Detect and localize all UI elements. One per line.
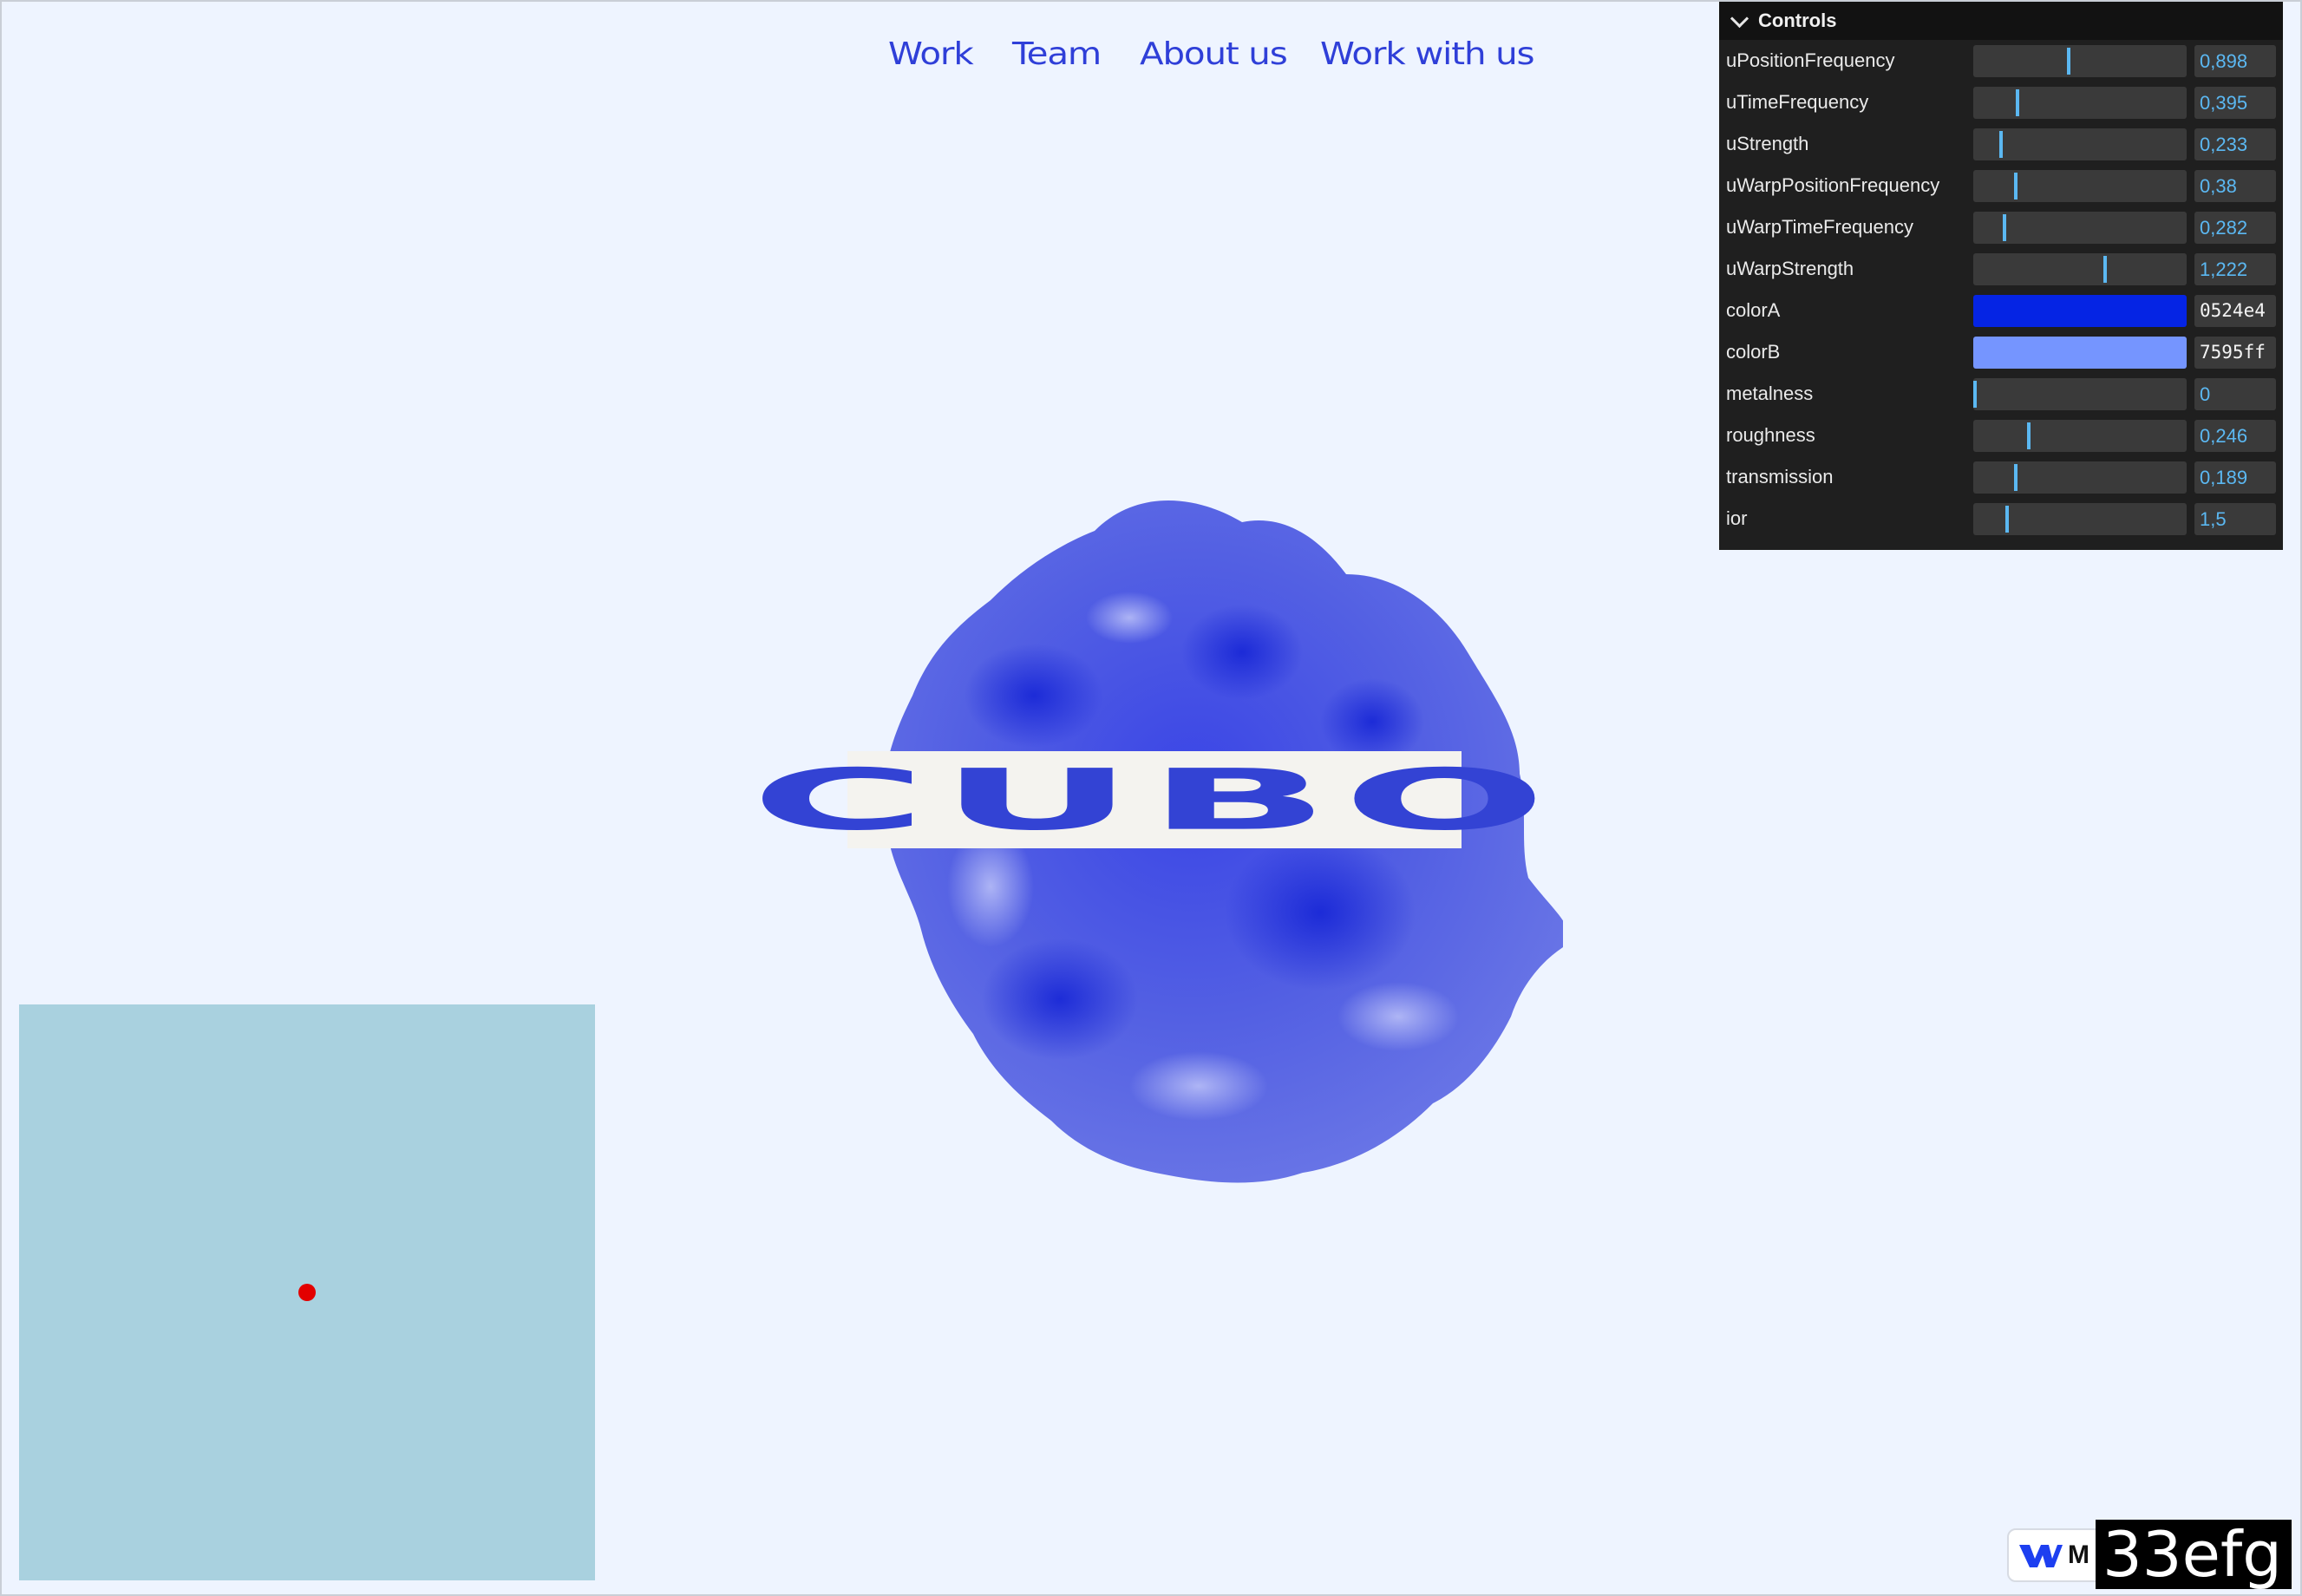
slider-track[interactable] (1973, 170, 2187, 202)
slider-track[interactable] (1973, 87, 2187, 119)
nav-link-work-with-us[interactable]: Work with us (1320, 36, 1535, 72)
slider-thumb[interactable] (2026, 422, 2031, 449)
slider-track[interactable] (1973, 378, 2187, 410)
controls-rows: uPositionFrequency 0,898 uTimeFrequency 0,3… (1719, 40, 2283, 540)
controls-header[interactable]: Controls (1719, 2, 2283, 40)
slider-thumb[interactable] (2067, 48, 2071, 75)
debug-preview-square (19, 1004, 595, 1580)
control-label: colorA (1726, 299, 1781, 321)
slider-thumb[interactable] (2013, 173, 2018, 200)
slider-track[interactable] (1973, 253, 2187, 285)
value-input[interactable]: 1,5 (2194, 503, 2276, 535)
color-hex-input[interactable]: 0524e4 (2194, 295, 2276, 327)
control-row-u-strength: uStrength 0,233 (1719, 123, 2283, 165)
control-label: colorB (1726, 341, 1781, 363)
control-label: uWarpPositionFrequency (1726, 174, 1940, 196)
slider-thumb[interactable] (2103, 256, 2108, 283)
control-row-transmission: transmission 0,189 (1719, 456, 2283, 498)
control-label: ior (1726, 507, 1748, 529)
slider-thumb[interactable] (2004, 506, 2009, 533)
logo-text: CUBO (749, 750, 1560, 849)
control-label: uTimeFrequency (1726, 91, 1869, 113)
value-input[interactable]: 0,38 (2194, 170, 2276, 202)
color-swatch[interactable] (1973, 295, 2187, 327)
control-label: uPositionFrequency (1726, 49, 1895, 71)
control-row-u-warp-strength: uWarpStrength 1,222 (1719, 248, 2283, 290)
control-label: metalness (1726, 383, 1814, 404)
slider-track[interactable] (1973, 420, 2187, 452)
slider-track[interactable] (1973, 212, 2187, 244)
control-row-ior: ior 1,5 (1719, 498, 2283, 540)
value-input[interactable]: 1,222 (2194, 253, 2276, 285)
control-row-roughness: roughness 0,246 (1719, 415, 2283, 456)
page: Work Team About us Work with us CUBO Con… (0, 0, 2302, 1596)
stats-overlay: 33efg (2096, 1520, 2292, 1589)
control-row-metalness: metalness 0 (1719, 373, 2283, 415)
slider-thumb[interactable] (2016, 89, 2020, 116)
color-swatch[interactable] (1973, 337, 2187, 369)
control-row-color-a: colorA 0524e4 (1719, 290, 2283, 331)
webflow-logo-icon (2019, 1545, 2063, 1567)
controls-panel: Controls uPositionFrequency 0,898 uTimeFre… (1719, 2, 2283, 550)
value-input[interactable]: 0 (2194, 378, 2276, 410)
slider-track[interactable] (1973, 45, 2187, 77)
nav-link-about-us[interactable]: About us (1140, 36, 1288, 72)
cubo-logo: CUBO (750, 751, 1547, 848)
top-nav: Work Team About us Work with us (888, 36, 1534, 72)
badge-text: M (2068, 1540, 2089, 1569)
value-input[interactable]: 0,246 (2194, 420, 2276, 452)
value-input[interactable]: 0,898 (2194, 45, 2276, 77)
slider-track[interactable] (1973, 503, 2187, 535)
slider-thumb[interactable] (1998, 131, 2003, 158)
chevron-down-icon (1730, 9, 1749, 28)
control-label: uWarpStrength (1726, 258, 1854, 279)
value-input[interactable]: 0,189 (2194, 461, 2276, 494)
controls-title: Controls (1758, 10, 1837, 31)
slider-track[interactable] (1973, 128, 2187, 160)
slider-track[interactable] (1973, 461, 2187, 494)
value-input[interactable]: 0,233 (2194, 128, 2276, 160)
control-label: uStrength (1726, 133, 1809, 154)
debug-dot (298, 1284, 316, 1301)
control-label: roughness (1726, 424, 1815, 446)
control-row-u-position-frequency: uPositionFrequency 0,898 (1719, 40, 2283, 82)
control-label: transmission (1726, 466, 1834, 487)
value-input[interactable]: 0,282 (2194, 212, 2276, 244)
control-row-color-b: colorB 7595ff (1719, 331, 2283, 373)
nav-link-team[interactable]: Team (1012, 36, 1102, 72)
slider-thumb[interactable] (2013, 464, 2018, 491)
control-row-u-time-frequency: uTimeFrequency 0,395 (1719, 82, 2283, 123)
slider-thumb[interactable] (2003, 214, 2007, 241)
value-input[interactable]: 0,395 (2194, 87, 2276, 119)
nav-link-work[interactable]: Work (888, 36, 974, 72)
color-hex-input[interactable]: 7595ff (2194, 337, 2276, 369)
control-row-u-warp-position-frequency: uWarpPositionFrequency 0,38 (1719, 165, 2283, 206)
control-label: uWarpTimeFrequency (1726, 216, 1913, 238)
control-row-u-warp-time-frequency: uWarpTimeFrequency 0,282 (1719, 206, 2283, 248)
slider-thumb[interactable] (1973, 381, 1977, 408)
